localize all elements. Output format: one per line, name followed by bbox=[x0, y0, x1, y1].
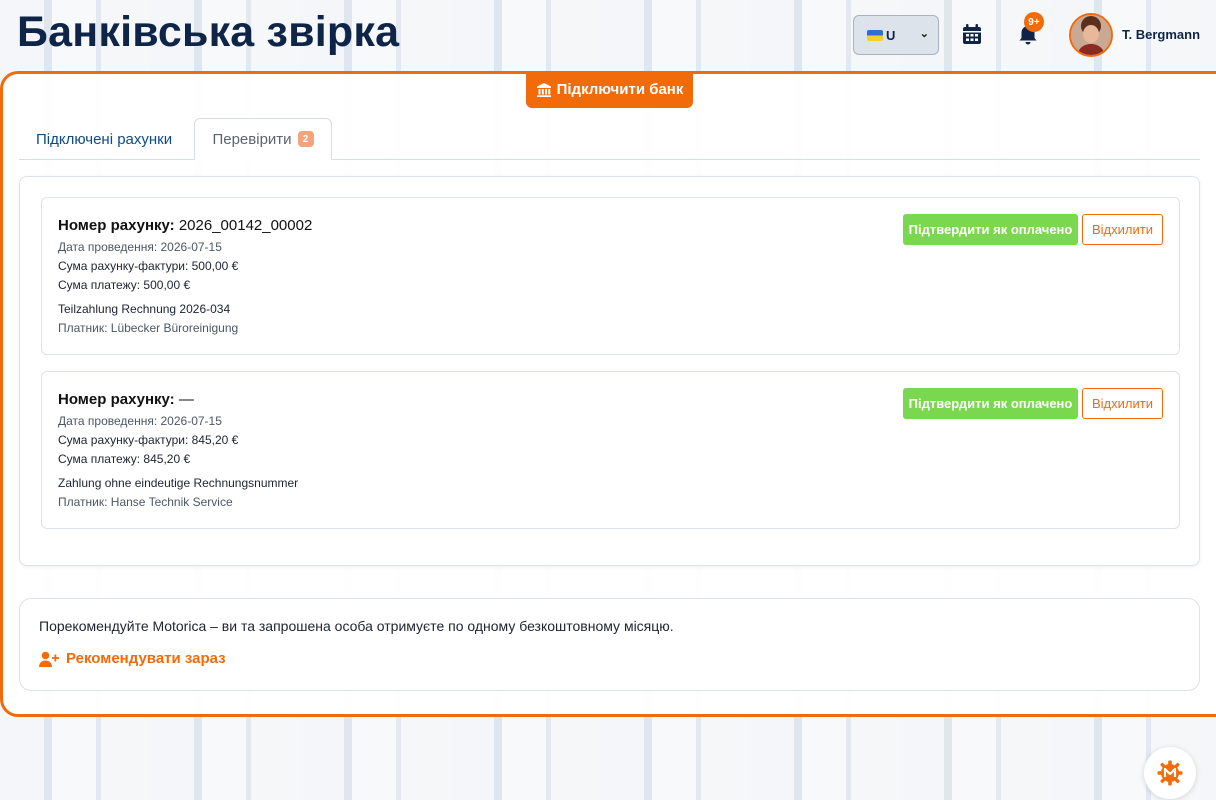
refer-now-link[interactable]: Рекомендувати зараз bbox=[39, 650, 226, 667]
payment-reference: Teilzahlung Rechnung 2026-034 bbox=[58, 302, 231, 316]
connect-bank-button[interactable]: Підключити банк bbox=[526, 71, 693, 108]
language-code: U bbox=[886, 27, 896, 43]
transaction-card: Номер рахунку: 2026_00142_00002 Дата про… bbox=[41, 197, 1180, 355]
tab-connected-accounts[interactable]: Підключені рахунки bbox=[36, 118, 172, 160]
invoice-number-value: 2026_00142_00002 bbox=[178, 217, 313, 234]
confirm-paid-button[interactable]: Підтвердити як оплачено bbox=[903, 388, 1078, 419]
payment-amount: Сума платежу: 845,20 € bbox=[58, 452, 191, 466]
confirm-paid-button[interactable]: Підтвердити як оплачено bbox=[903, 214, 1078, 245]
invoice-number-line: Номер рахунку: 2026_00142_00002 bbox=[58, 217, 312, 234]
invoice-amount: Сума рахунку-фактури: 500,00 € bbox=[58, 259, 239, 273]
tab-review[interactable]: Перевірити 2 bbox=[194, 118, 332, 160]
notification-count-badge: 9+ bbox=[1024, 12, 1044, 32]
referral-panel: Порекомендуйте Motorica – ви та запрошен… bbox=[19, 598, 1200, 691]
reject-button[interactable]: Відхилити bbox=[1082, 214, 1163, 245]
payer: Платник: Lübecker Büroreinigung bbox=[58, 321, 239, 335]
refer-now-label: Рекомендувати зараз bbox=[66, 650, 226, 667]
connect-bank-label: Підключити банк bbox=[556, 81, 684, 98]
language-select[interactable]: U ⌄ bbox=[853, 15, 939, 55]
invoice-number-line: Номер рахунку: — bbox=[58, 391, 194, 408]
invoice-number-value: — bbox=[178, 391, 194, 408]
user-plus-icon bbox=[39, 651, 59, 667]
payment-amount: Сума платежу: 500,00 € bbox=[58, 278, 191, 292]
invoice-number-label: Номер рахунку: bbox=[58, 217, 175, 234]
tab-label: Перевірити bbox=[212, 130, 292, 148]
user-avatar-icon bbox=[1071, 15, 1111, 55]
booking-date: Дата проведення: 2026-07-15 bbox=[58, 240, 222, 254]
invoice-amount: Сума рахунку-фактури: 845,20 € bbox=[58, 433, 239, 447]
app-header: Банківська звірка U ⌄ 9+ T. Bergmann bbox=[0, 0, 1216, 70]
bank-icon bbox=[536, 82, 551, 97]
referral-text: Порекомендуйте Motorica – ви та запрошен… bbox=[39, 618, 674, 634]
user-name[interactable]: T. Bergmann bbox=[1122, 27, 1200, 42]
chevron-down-icon: ⌄ bbox=[919, 28, 929, 40]
tab-count-badge: 2 bbox=[297, 131, 314, 147]
payment-reference: Zahlung ohne eindeutige Rechnungsnummer bbox=[58, 476, 299, 490]
reject-button[interactable]: Відхилити bbox=[1082, 388, 1163, 419]
payer: Платник: Hanse Technik Service bbox=[58, 495, 233, 509]
support-launcher-button[interactable] bbox=[1144, 747, 1196, 799]
calendar-icon[interactable] bbox=[960, 22, 984, 46]
ukraine-flag-icon bbox=[867, 29, 883, 41]
tabs: Підключені рахунки Перевірити 2 bbox=[19, 118, 1200, 160]
invoice-number-label: Номер рахунку: bbox=[58, 391, 175, 408]
motorica-logo-icon bbox=[1157, 760, 1183, 786]
avatar[interactable] bbox=[1069, 13, 1113, 57]
tab-label: Підключені рахунки bbox=[36, 130, 173, 148]
booking-date: Дата проведення: 2026-07-15 bbox=[58, 414, 222, 428]
review-panel: Номер рахунку: 2026_00142_00002 Дата про… bbox=[19, 176, 1200, 566]
page-title: Банківська звірка bbox=[17, 8, 400, 56]
transaction-card: Номер рахунку: — Дата проведення: 2026-0… bbox=[41, 371, 1180, 529]
